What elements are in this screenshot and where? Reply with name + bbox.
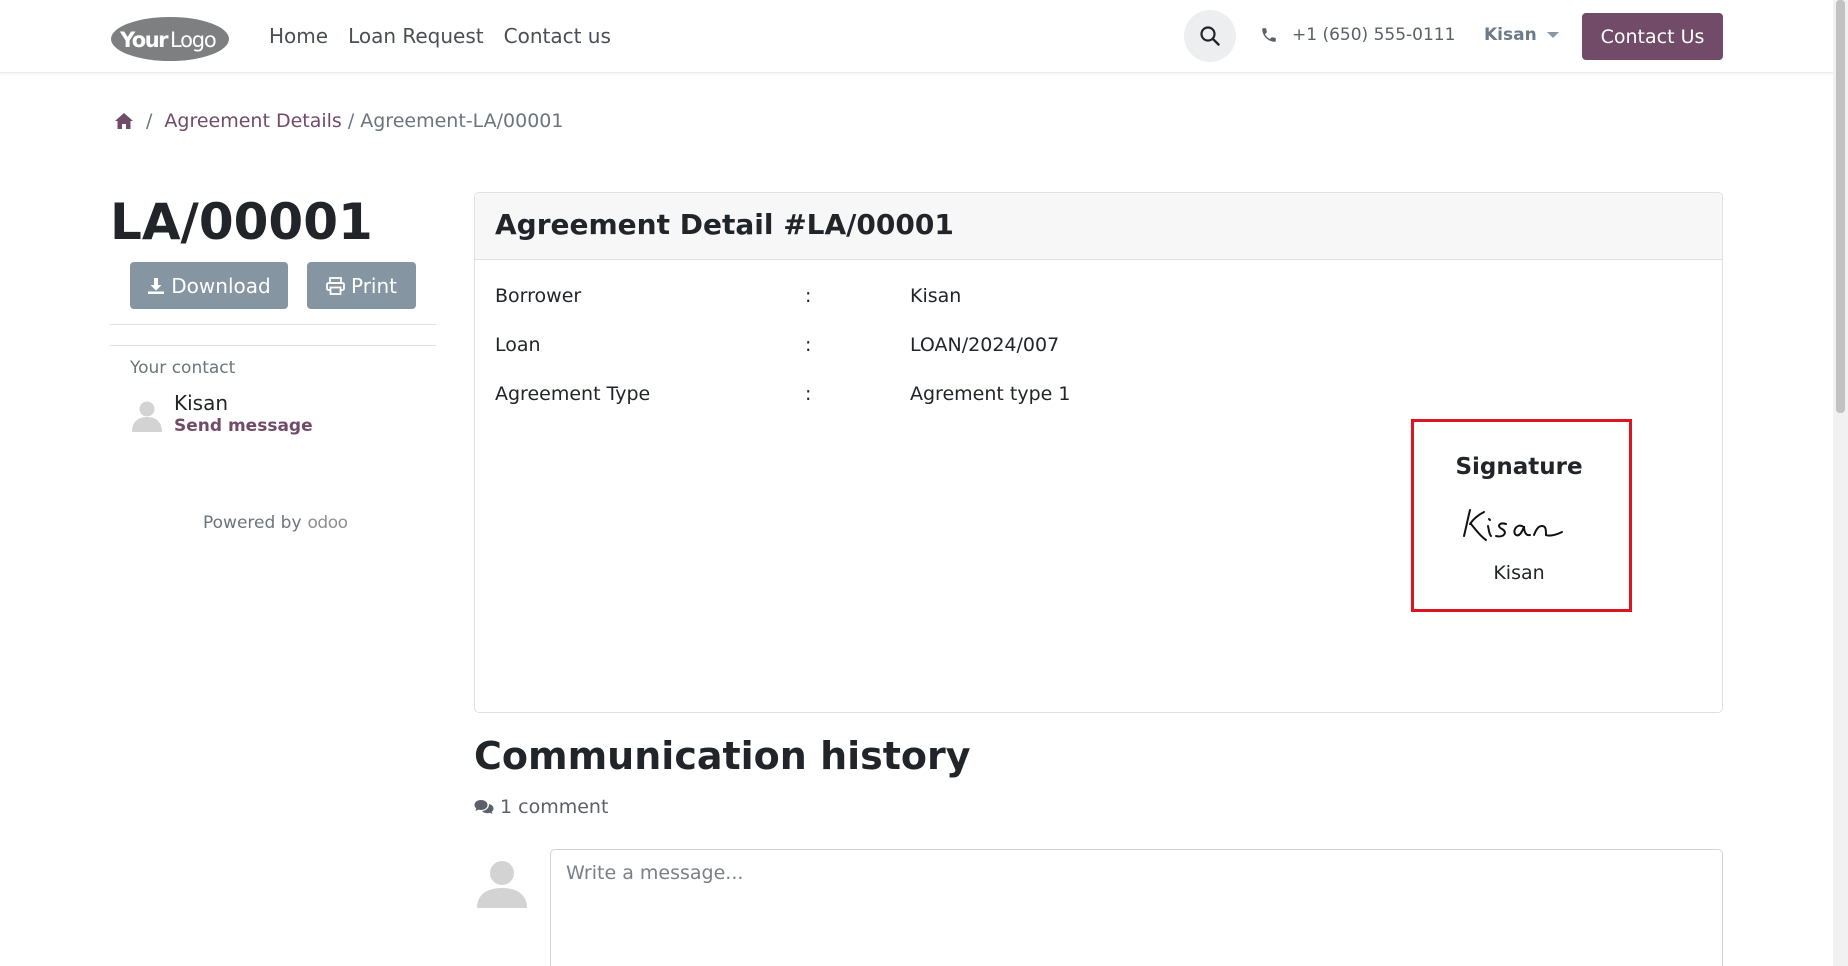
home-icon[interactable] (114, 112, 134, 130)
comment-count: 1 comment (474, 796, 608, 818)
company-logo[interactable]: Your Logo (110, 16, 230, 62)
top-navbar: Your Logo Home Loan Request Contact us +… (0, 0, 1833, 73)
signature-image (1463, 509, 1563, 541)
divider (110, 345, 436, 346)
signature-name: Kisan (1493, 562, 1545, 584)
nav-loan-request[interactable]: Loan Request (348, 24, 484, 48)
card-header: Agreement Detail #LA/00001 (475, 193, 1722, 260)
search-button[interactable] (1184, 10, 1236, 62)
phone-text: +1 (650) 555-0111 (1292, 25, 1456, 45)
detail-colon: : (805, 383, 812, 405)
breadcrumb-agreement-details[interactable]: Agreement Details (164, 110, 341, 132)
user-name: Kisan (1484, 25, 1537, 45)
print-icon (326, 276, 345, 295)
breadcrumb-separator: / (146, 110, 153, 132)
detail-value: LOAN/2024/007 (910, 334, 1060, 356)
download-icon (148, 277, 165, 294)
comments-icon (474, 800, 494, 814)
odoo-logo[interactable]: odoo (308, 513, 349, 533)
card-title: Agreement Detail #LA/00001 (495, 208, 954, 241)
powered-by: Powered by odoo (203, 513, 348, 533)
detail-value: Kisan (910, 285, 962, 307)
signature-title: Signature (1455, 454, 1583, 480)
user-dropdown[interactable]: Kisan (1484, 25, 1559, 45)
document-title: LA/00001 (110, 193, 373, 251)
download-label: Download (171, 273, 271, 298)
contact-name: Kisan (174, 391, 229, 415)
breadcrumb-separator: / (347, 110, 355, 132)
divider (110, 324, 436, 325)
detail-label: Agreement Type (495, 383, 651, 405)
search-icon (1200, 26, 1220, 46)
main-nav: Home Loan Request Contact us (269, 24, 631, 48)
agreement-card: Agreement Detail #LA/00001 Borrower : Ki… (474, 192, 1723, 713)
breadcrumb-current: Agreement-LA/00001 (360, 110, 564, 132)
scrollbar[interactable] (1833, 0, 1848, 966)
detail-value: Agrement type 1 (910, 383, 1071, 405)
comment-count-text: 1 comment (500, 796, 609, 818)
phone-icon (1262, 28, 1276, 42)
nav-home[interactable]: Home (269, 24, 328, 48)
print-label: Print (350, 273, 397, 298)
detail-colon: : (805, 285, 812, 307)
avatar (132, 401, 162, 432)
your-contact-label: Your contact (130, 358, 236, 378)
download-button[interactable]: Download (130, 262, 288, 309)
signature-box: Signature Kisan (1411, 419, 1632, 612)
chevron-down-icon (1546, 32, 1559, 38)
communication-history-title: Communication history (474, 734, 971, 778)
phone-number[interactable]: +1 (650) 555-0111 (1260, 25, 1455, 45)
svg-text:Logo: Logo (170, 28, 216, 52)
avatar (477, 861, 527, 908)
detail-label: Loan (495, 334, 541, 356)
powered-by-label: Powered by (203, 513, 302, 533)
print-button[interactable]: Print (307, 262, 416, 309)
message-input[interactable] (550, 849, 1723, 966)
scrollbar-thumb[interactable] (1836, 0, 1845, 413)
contact-us-button[interactable]: Contact Us (1582, 13, 1723, 60)
send-message-link[interactable]: Send message (174, 416, 313, 436)
nav-contact-us[interactable]: Contact us (504, 24, 611, 48)
svg-text:Your: Your (119, 28, 169, 52)
detail-label: Borrower (495, 285, 582, 307)
breadcrumb: / Agreement Details / Agreement-LA/00001 (114, 110, 564, 132)
detail-colon: : (805, 334, 812, 356)
